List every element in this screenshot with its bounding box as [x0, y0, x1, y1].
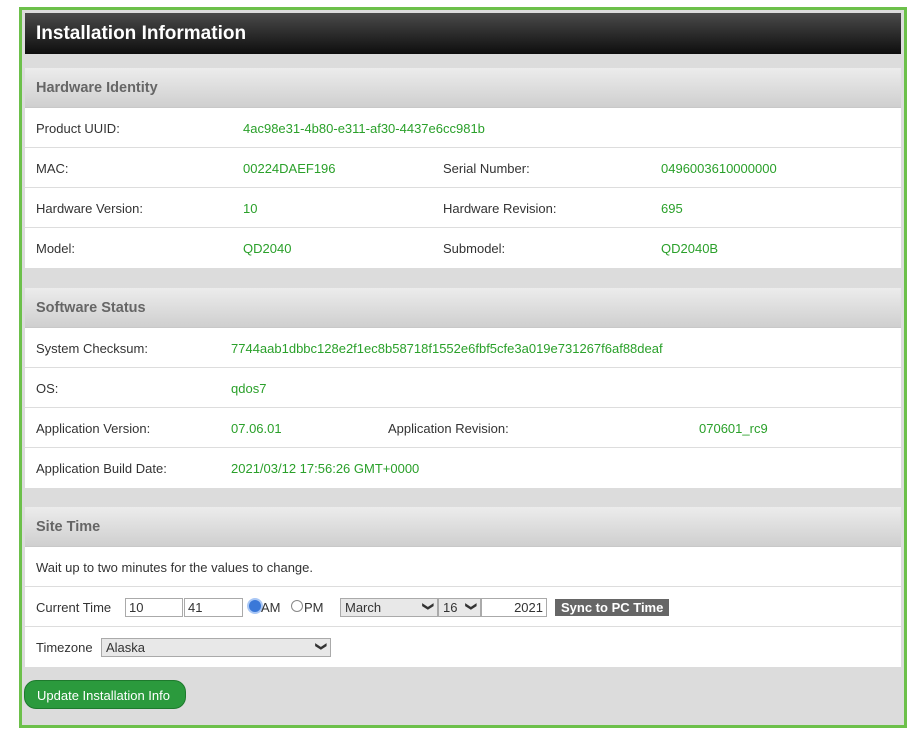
apprev-value: 070601_rc9 — [699, 421, 768, 436]
appver-label: Application Version: — [36, 421, 151, 436]
build-label: Application Build Date: — [36, 461, 167, 476]
month-select[interactable]: March ❯ — [340, 598, 438, 617]
day-select[interactable]: 16 ❯ — [438, 598, 481, 617]
month-value: March — [345, 600, 382, 615]
minute-input[interactable]: 41 — [184, 598, 243, 617]
am-radio[interactable] — [249, 600, 261, 612]
am-label: AM — [261, 600, 281, 615]
apprev-label: Application Revision: — [388, 421, 509, 436]
hwver-label: Hardware Version: — [36, 201, 143, 216]
hwrev-label: Hardware Revision: — [443, 201, 557, 216]
timezone-label: Timezone — [36, 640, 93, 655]
chevron-down-icon: ❯ — [421, 601, 434, 612]
hour-input[interactable]: 10 — [125, 598, 183, 617]
timezone-row: Timezone Alaska ❯ — [25, 627, 901, 667]
serial-label: Serial Number: — [443, 161, 530, 176]
hwver-row: Hardware Version: 10 Hardware Revision: … — [25, 188, 901, 228]
model-row: Model: QD2040 Submodel: QD2040B — [25, 228, 901, 268]
current-time-row: Current Time 10 41 AM PM March ❯ 16 ❯ 2021… — [25, 587, 901, 627]
site-time-note: Wait up to two minutes for the values to… — [36, 560, 313, 575]
timezone-select[interactable]: Alaska ❯ — [101, 638, 331, 657]
checksum-row: System Checksum: 7744aab1dbbc128e2f1ec8b… — [25, 328, 901, 368]
submodel-label: Submodel: — [443, 241, 506, 256]
hwrev-value: 695 — [661, 201, 683, 216]
checksum-label: System Checksum: — [36, 341, 148, 356]
note-row: Wait up to two minutes for the values to… — [25, 547, 901, 587]
software-section: Software Status System Checksum: 7744aab… — [25, 288, 901, 488]
hardware-section: Hardware Identity Product UUID: 4ac98e31… — [25, 68, 901, 268]
software-heading: Software Status — [25, 288, 901, 328]
os-row: OS: qdos7 — [25, 368, 901, 408]
model-value: QD2040 — [243, 241, 292, 256]
mac-row: MAC: 00224DAEF196 Serial Number: 0496003… — [25, 148, 901, 188]
site-time-heading: Site Time — [25, 507, 901, 547]
year-input[interactable]: 2021 — [481, 598, 547, 617]
sync-to-pc-time-button[interactable]: Sync to PC Time — [555, 599, 670, 616]
submodel-value: QD2040B — [661, 241, 719, 256]
update-installation-info-button[interactable]: Update Installation Info — [24, 680, 186, 709]
hardware-heading: Hardware Identity — [25, 68, 901, 108]
build-value: 2021/03/12 17:56:26 GMT+0000 — [231, 461, 420, 476]
uuid-label: Product UUID: — [36, 121, 120, 136]
installation-panel: Installation Information Hardware Identi… — [19, 7, 907, 728]
chevron-down-icon: ❯ — [314, 641, 327, 652]
uuid-row: Product UUID: 4ac98e31-4b80-e311-af30-44… — [25, 108, 901, 148]
os-label: OS: — [36, 381, 59, 396]
chevron-down-icon: ❯ — [464, 601, 477, 612]
appver-value: 07.06.01 — [231, 421, 282, 436]
day-value: 16 — [443, 600, 458, 615]
uuid-value: 4ac98e31-4b80-e311-af30-4437e6cc981b — [243, 121, 485, 136]
appver-row: Application Version: 07.06.01 Applicatio… — [25, 408, 901, 448]
current-time-label: Current Time — [36, 600, 112, 615]
timezone-value: Alaska — [106, 640, 146, 655]
build-row: Application Build Date: 2021/03/12 17:56… — [25, 448, 901, 488]
site-time-section: Site Time Wait up to two minutes for the… — [25, 507, 901, 667]
os-value: qdos7 — [231, 381, 267, 396]
pm-radio[interactable] — [291, 600, 303, 612]
checksum-value: 7744aab1dbbc128e2f1ec8b58718f1552e6fbf5c… — [231, 341, 663, 356]
pm-label: PM — [304, 600, 324, 615]
mac-value: 00224DAEF196 — [243, 161, 336, 176]
model-label: Model: — [36, 241, 76, 256]
mac-label: MAC: — [36, 161, 69, 176]
serial-value: 0496003610000000 — [661, 161, 777, 176]
hwver-value: 10 — [243, 201, 258, 216]
page-title: Installation Information — [25, 13, 901, 54]
